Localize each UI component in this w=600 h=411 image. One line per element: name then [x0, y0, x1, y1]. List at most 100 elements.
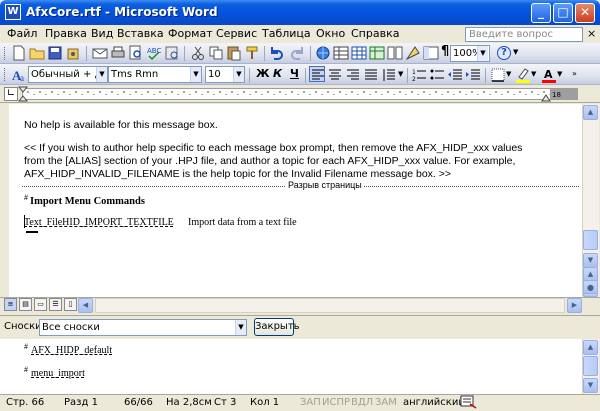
chevron-down-icon[interactable]: ▼ [557, 70, 562, 78]
cut-icon[interactable] [190, 45, 206, 61]
email-icon[interactable] [92, 45, 108, 61]
footnote-scroll-down-button[interactable]: ▼ [583, 378, 598, 393]
word-app-icon[interactable]: W [5, 4, 21, 20]
footnotes-select[interactable]: Все сноски [39, 319, 247, 336]
menu-tools[interactable]: Сервис [216, 27, 257, 40]
scroll-thumb[interactable] [583, 230, 598, 250]
save-icon[interactable] [47, 45, 63, 61]
toolbar-separator [310, 46, 311, 61]
chevron-down-icon[interactable]: ▼ [506, 70, 511, 78]
print-layout-icon[interactable]: ▭ [34, 298, 47, 311]
drawing-icon[interactable] [405, 45, 421, 61]
horizontal-scroll-track[interactable] [95, 298, 565, 313]
paste-icon[interactable] [226, 45, 242, 61]
help-search-input[interactable]: Введите вопрос [465, 27, 583, 42]
status-rec[interactable]: ЗАП [300, 397, 321, 408]
line-spacing-icon[interactable] [381, 67, 397, 83]
scroll-right-button[interactable]: ▶ [567, 298, 582, 313]
chevron-down-icon[interactable]: ▼ [531, 70, 536, 78]
outline-view-icon[interactable]: ☰ [49, 298, 62, 311]
document-page[interactable]: No help is available for this message bo… [9, 104, 582, 297]
status-language[interactable]: английский [403, 397, 465, 408]
align-left-icon[interactable] [309, 66, 325, 82]
hyperlink-icon[interactable] [315, 45, 331, 61]
print-preview-icon[interactable] [128, 45, 144, 61]
status-ovr[interactable]: ЗАМ [375, 397, 397, 408]
styles-formatting-icon[interactable]: Aa [11, 67, 27, 83]
menu-insert[interactable]: Вставка [117, 27, 164, 40]
align-center-icon[interactable] [327, 67, 343, 83]
close-document-icon[interactable]: × [587, 27, 596, 40]
indent-marker-icon[interactable] [18, 86, 28, 104]
chevron-down-icon[interactable]: ▼ [235, 320, 246, 335]
scroll-up-button[interactable]: ▲ [583, 105, 598, 120]
chevron-down-icon[interactable]: ▼ [477, 46, 488, 61]
tables-borders-icon[interactable] [333, 45, 349, 61]
svg-text:2: 2 [412, 76, 416, 83]
menu-view[interactable]: Вид [91, 27, 113, 40]
menu-edit[interactable]: Правка [45, 27, 87, 40]
right-indent-marker-icon[interactable] [541, 94, 551, 104]
copy-icon[interactable] [208, 45, 224, 61]
menu-file[interactable]: Файл [7, 27, 37, 40]
reading-view-icon[interactable]: ▯ [64, 298, 77, 311]
align-right-icon[interactable] [345, 67, 361, 83]
show-formatting-icon[interactable]: ¶ [441, 44, 449, 59]
scroll-left-button[interactable]: ◀ [78, 298, 93, 313]
redo-icon[interactable] [290, 45, 306, 61]
normal-view-icon[interactable]: ≡ [4, 298, 17, 311]
menu-window[interactable]: Окно [316, 27, 345, 40]
chevron-down-icon[interactable]: ▼ [233, 67, 244, 82]
insert-excel-icon[interactable] [369, 45, 385, 61]
chevron-down-icon[interactable]: ▼ [190, 67, 201, 82]
format-painter-icon[interactable] [244, 45, 260, 61]
minimize-button[interactable]: _ [531, 3, 551, 23]
spelling-icon[interactable]: ABC [146, 45, 162, 61]
footnote-scroll-thumb[interactable] [583, 356, 598, 376]
spelling-status-icon[interactable] [460, 395, 478, 409]
chevron-down-icon[interactable]: ▼ [513, 48, 518, 56]
close-footnotes-button[interactable]: Закрыть [254, 318, 300, 336]
status-ext[interactable]: ВДЛ [351, 397, 373, 408]
maximize-button[interactable]: □ [553, 3, 573, 23]
tab-selector[interactable]: ∟ [4, 87, 18, 101]
svg-text:18: 18 [552, 91, 561, 99]
toolbar-grip[interactable] [4, 47, 7, 60]
close-button[interactable]: ✕ [575, 3, 595, 23]
undo-icon[interactable] [268, 45, 284, 61]
numbering-icon[interactable]: 12 [411, 67, 427, 83]
para-line-1: << If you wish to author help specific t… [24, 142, 523, 154]
toolbar-options-icon[interactable]: » [572, 69, 577, 78]
menu-table[interactable]: Таблица [262, 27, 311, 40]
menu-help[interactable]: Справка [351, 27, 399, 40]
chevron-down-icon[interactable]: ▼ [398, 70, 403, 78]
borders-icon[interactable] [490, 67, 506, 83]
document-map-icon[interactable] [423, 45, 439, 61]
status-section: Разд 1 [64, 397, 98, 408]
menu-format[interactable]: Формат [168, 27, 213, 40]
underline-button[interactable]: Ч [290, 67, 299, 80]
decrease-indent-icon[interactable] [447, 67, 463, 83]
permission-icon[interactable] [65, 45, 81, 61]
help-icon[interactable]: ? [497, 46, 511, 60]
insert-table-icon[interactable] [351, 45, 367, 61]
print-icon[interactable] [110, 45, 126, 61]
italic-button[interactable]: К [273, 67, 282, 80]
research-icon[interactable] [164, 45, 180, 61]
highlight-icon[interactable] [515, 67, 531, 83]
web-view-icon[interactable]: ▤ [19, 298, 32, 311]
increase-indent-icon[interactable] [465, 67, 481, 83]
toolbar-grip[interactable] [4, 68, 7, 81]
bold-button[interactable]: Ж [256, 67, 269, 80]
bullets-icon[interactable] [429, 67, 445, 83]
justify-icon[interactable] [363, 67, 379, 83]
scroll-down-button[interactable]: ▼ [583, 253, 598, 268]
font-color-icon[interactable]: A [541, 67, 557, 83]
new-document-icon[interactable] [11, 45, 27, 61]
columns-icon[interactable] [387, 45, 403, 61]
footnote-scroll-up-button[interactable]: ▲ [583, 340, 598, 355]
status-trk[interactable]: ИСПР [322, 397, 350, 408]
chevron-down-icon[interactable]: ▼ [96, 67, 107, 82]
font-select[interactable]: Tms Rmn [108, 66, 202, 83]
open-folder-icon[interactable] [29, 45, 45, 61]
